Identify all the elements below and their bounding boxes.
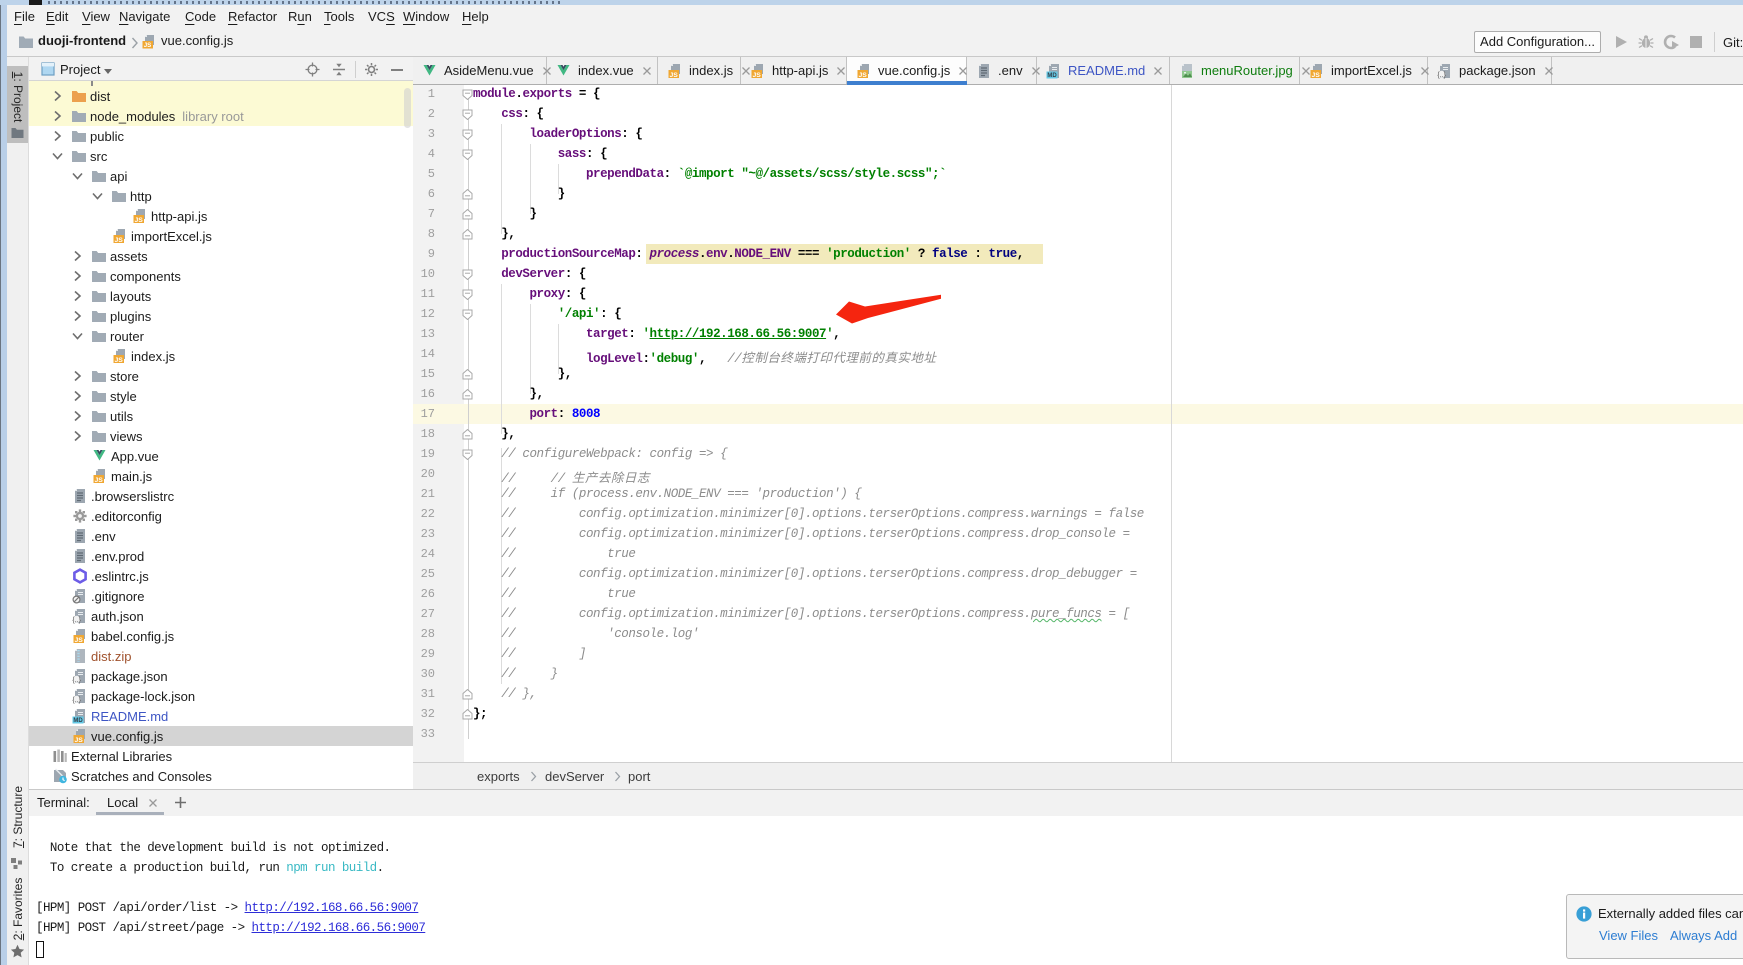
svg-text:JS: JS (75, 737, 84, 744)
svg-text:{..}: {..} (72, 677, 81, 684)
svg-text:JS: JS (95, 477, 104, 484)
svg-text:MD: MD (73, 718, 83, 724)
svg-text:JS: JS (75, 637, 84, 644)
svg-text:{..}: {..} (1437, 71, 1446, 78)
svg-text:JS: JS (115, 357, 124, 364)
svg-text:JS: JS (1312, 71, 1321, 78)
svg-text:JS: JS (859, 71, 868, 78)
svg-text:JS: JS (753, 71, 762, 78)
svg-text:{..}: {..} (72, 697, 81, 704)
svg-text:{..}: {..} (72, 617, 81, 624)
svg-text:JS: JS (115, 237, 124, 244)
svg-text:JS: JS (670, 71, 679, 78)
svg-text:JS: JS (144, 42, 152, 49)
svg-text:MD: MD (1047, 73, 1057, 79)
svg-text:JS: JS (135, 217, 144, 224)
